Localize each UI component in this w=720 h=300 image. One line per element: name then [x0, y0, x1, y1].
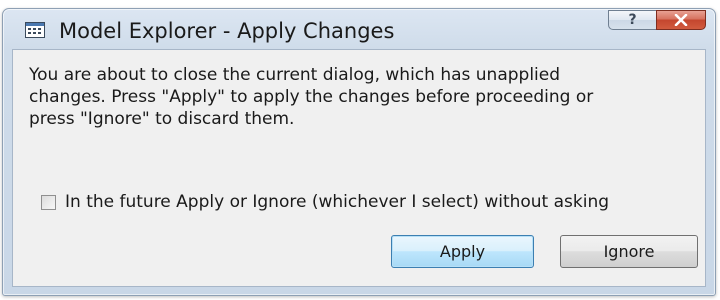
dialog-message: You are about to close the current dialo… [29, 64, 699, 130]
message-line-1: You are about to close the current dialo… [29, 65, 561, 85]
dialog-content: You are about to close the current dialo… [12, 49, 706, 287]
remember-choice-label[interactable]: In the future Apply or Ignore (whichever… [65, 192, 609, 212]
ignore-button[interactable]: Ignore [560, 235, 698, 268]
close-icon [674, 11, 688, 30]
remember-choice-checkbox[interactable] [41, 194, 56, 210]
remember-choice-row[interactable]: In the future Apply or Ignore (whichever… [41, 192, 609, 212]
help-icon: ? [628, 12, 637, 28]
dialog-window: Model Explorer - Apply Changes ? You are… [2, 8, 716, 296]
caption-buttons: ? [608, 10, 706, 32]
message-line-3: press "Ignore" to discard them. [29, 109, 295, 129]
window-title: Model Explorer - Apply Changes [59, 19, 395, 43]
help-button[interactable]: ? [608, 10, 656, 30]
dialog-window-icon [25, 22, 45, 38]
title-bar[interactable]: Model Explorer - Apply Changes ? [3, 9, 715, 49]
message-line-2: changes. Press "Apply" to apply the chan… [29, 87, 594, 107]
close-button[interactable] [656, 10, 706, 30]
apply-button[interactable]: Apply [391, 235, 534, 268]
